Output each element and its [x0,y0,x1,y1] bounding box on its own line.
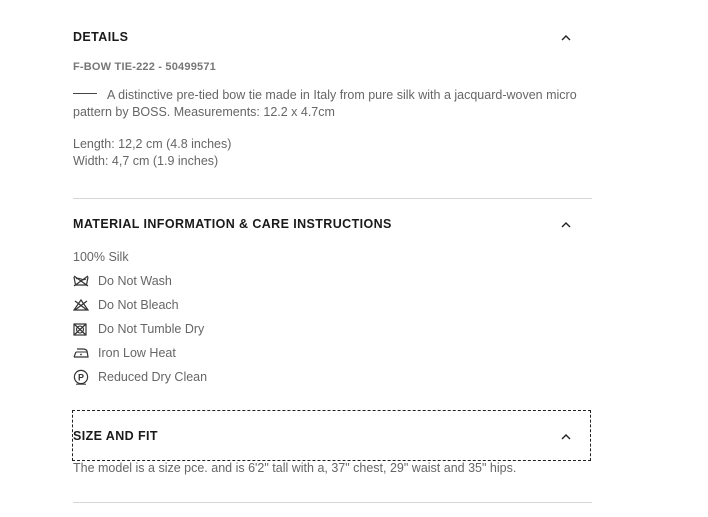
care-label: Do Not Bleach [98,298,179,312]
care-label: Do Not Tumble Dry [98,322,205,336]
care-item: Do Not Wash [73,269,592,293]
product-sku: F-BOW TIE-222 - 50499571 [73,61,216,73]
size-fit-header[interactable]: SIZE AND FIT [73,424,592,448]
svg-text:P: P [78,372,84,382]
size-fit-title: SIZE AND FIT [73,429,158,443]
care-label: Iron Low Heat [98,346,176,360]
chevron-up-icon[interactable] [556,426,576,446]
product-description: A distinctive pre-tied bow tie made in I… [73,87,592,121]
do-not-wash-icon [73,273,91,289]
description-text: A distinctive pre-tied bow tie made in I… [73,88,577,119]
care-item: Do Not Tumble Dry [73,317,592,341]
chevron-up-icon[interactable] [556,27,576,47]
width-text: Width: 4,7 cm (1.9 inches) [73,154,219,168]
size-fit-section: SIZE AND FIT The model is a size pce. an… [73,424,592,477]
divider [73,502,592,503]
care-item: Iron Low Heat [73,341,592,365]
details-title: DETAILS [73,30,129,44]
size-fit-text: The model is a size pce. and is 6'2" tal… [73,461,517,475]
material-title: MATERIAL INFORMATION & CARE INSTRUCTIONS [73,217,392,231]
chevron-up-icon[interactable] [556,214,576,234]
length-text: Length: 12,2 cm (4.8 inches) [73,137,232,151]
divider [73,198,592,199]
dash-decoration [73,93,97,95]
care-label: Reduced Dry Clean [98,370,208,384]
do-not-bleach-icon [73,297,91,313]
care-item: Do Not Bleach [73,293,592,317]
care-label: Do Not Wash [98,274,172,288]
do-not-tumble-dry-icon [73,321,91,337]
dry-clean-p-icon: P [73,369,91,385]
care-item: P Reduced Dry Clean [73,365,592,389]
iron-low-heat-icon [73,345,91,361]
composition-text: 100% Silk [73,250,129,264]
material-section: MATERIAL INFORMATION & CARE INSTRUCTIONS… [73,212,592,389]
details-section: DETAILS F-BOW TIE-222 - 50499571 A disti… [73,25,592,170]
details-header[interactable]: DETAILS [73,25,592,49]
material-header[interactable]: MATERIAL INFORMATION & CARE INSTRUCTIONS [73,212,592,236]
